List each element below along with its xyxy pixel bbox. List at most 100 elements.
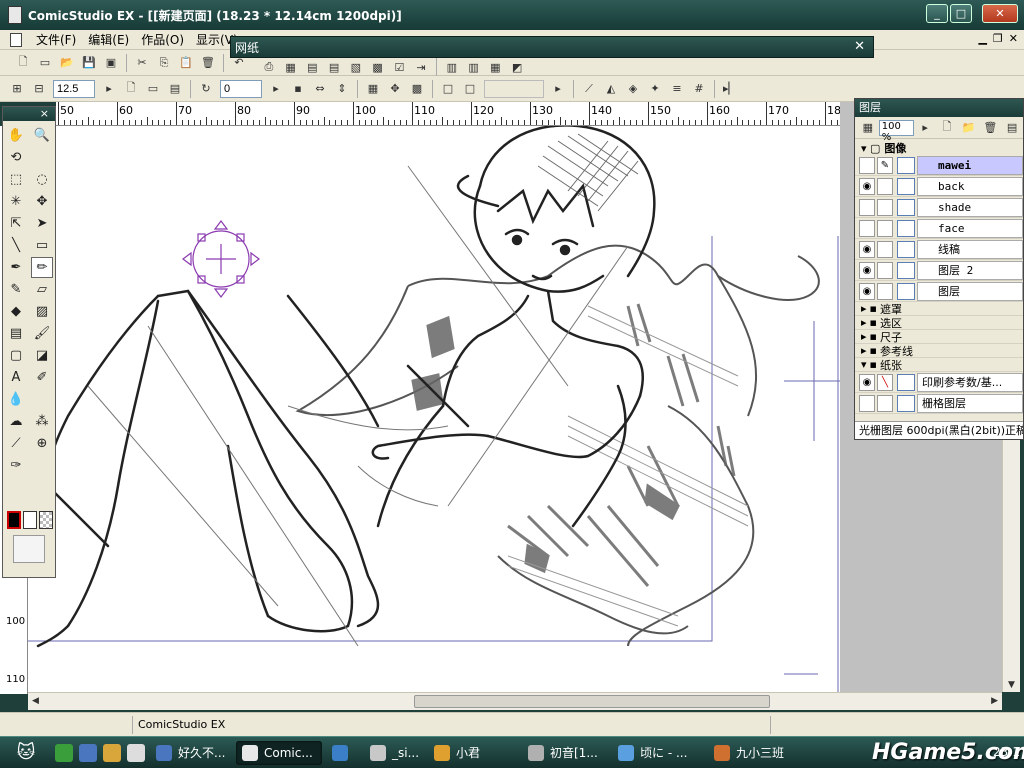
menu-work[interactable]: 作品(O) — [135, 31, 190, 48]
taskbar-task[interactable]: 小君 — [428, 741, 518, 765]
drawing-canvas[interactable] — [28, 126, 840, 692]
layer-zoom-arrow-icon[interactable]: ▸ — [916, 119, 934, 137]
copy-icon[interactable]: ⎘ — [155, 54, 173, 72]
arrow-tool-icon[interactable]: ➤ — [31, 213, 53, 234]
rotate-tool-icon[interactable]: ⟲ — [5, 147, 27, 168]
flip-h-icon[interactable]: ⇔ — [311, 80, 329, 98]
layer-name[interactable]: 线稿 — [917, 239, 1023, 259]
tone-page3-icon[interactable]: ▦ — [486, 58, 504, 76]
tone-panel-titlebar[interactable]: 网纸 ✕ — [230, 36, 874, 58]
layer-palette-icon[interactable]: ▦ — [859, 119, 877, 137]
collapse-arrow-icon[interactable]: ▸ — [861, 316, 867, 329]
zoom-out-icon[interactable]: ⊟ — [30, 80, 48, 98]
tone-check-icon[interactable]: ☑ — [391, 58, 409, 76]
mdi-minimize-icon[interactable]: ▁ — [978, 32, 986, 45]
grid-icon[interactable]: ▦ — [364, 80, 382, 98]
lock-slot-icon[interactable] — [877, 282, 893, 300]
hidden-eye-icon[interactable] — [859, 394, 875, 412]
title-bar[interactable]: ComicStudio EX - [[新建页面] (18.23 * 12.14c… — [0, 0, 1024, 30]
eye-icon[interactable]: ◉ — [859, 177, 875, 195]
brush-tool-icon[interactable]: 🖌 — [31, 323, 53, 344]
tone-tool-icon[interactable]: ▨ — [31, 301, 53, 322]
line-tool-icon2[interactable]: ╲ — [5, 235, 27, 256]
tone-panel-close-icon[interactable]: ✕ — [854, 39, 865, 54]
quicklaunch-folder-icon[interactable] — [103, 743, 121, 762]
hidden-eye-icon[interactable] — [859, 198, 875, 216]
perspective-icon[interactable]: ◈ — [624, 80, 642, 98]
layer-row[interactable]: ◉ 图层 — [855, 281, 1023, 302]
square2-icon[interactable]: □ — [461, 80, 479, 98]
zoom-lens-tool-icon[interactable]: ⊕ — [31, 433, 53, 454]
layer-property-icon[interactable]: ▤ — [1003, 119, 1021, 137]
layers-panel-header[interactable]: 图层 — [855, 99, 1023, 117]
delete-layer-icon[interactable]: 🗑 — [982, 119, 1000, 137]
edit-pen-icon[interactable]: ✎ — [877, 156, 893, 174]
collapse-arrow-icon[interactable]: ▸ — [861, 330, 867, 343]
tone-red-icon[interactable]: ▧ — [347, 58, 365, 76]
open-folder-icon[interactable]: 📂 — [58, 54, 76, 72]
horizontal-scroll-thumb[interactable] — [414, 695, 770, 708]
balloon-tool-icon[interactable]: ✐ — [31, 367, 53, 388]
new-file-icon[interactable]: 🗋 — [14, 54, 32, 72]
red-slash-icon[interactable]: ╲ — [877, 373, 893, 391]
maximize-button[interactable]: □ — [950, 4, 972, 23]
tools-panel-header[interactable]: × — [3, 107, 55, 121]
quicklaunch-file-icon[interactable] — [127, 743, 145, 762]
collapse-arrow-icon[interactable]: ▸ — [861, 302, 867, 315]
collapse-arrow-icon[interactable]: ▾ — [861, 358, 867, 371]
tools-close-icon[interactable]: × — [40, 107, 49, 120]
paste-icon[interactable]: 📋 — [177, 54, 195, 72]
lock-slot-icon[interactable] — [877, 394, 893, 412]
paper-layer-row[interactable]: 栅格图层 — [855, 393, 1023, 414]
parallel-icon[interactable]: ≡ — [668, 80, 686, 98]
ruler-tool-icon[interactable]: ⟋ — [5, 433, 27, 454]
layer-group-paper[interactable]: ▾ ▪ 纸张 — [855, 358, 1023, 372]
actual-size-icon[interactable]: ▤ — [166, 80, 184, 98]
tone-grid-icon[interactable]: ▦ — [282, 58, 300, 76]
new-layer-icon[interactable]: 🗋 — [938, 119, 956, 137]
eye-icon[interactable]: ◉ — [859, 282, 875, 300]
transparent-swatch[interactable] — [39, 511, 53, 529]
layer-row[interactable]: face — [855, 218, 1023, 239]
layer-name[interactable]: 图层 — [917, 281, 1023, 301]
taskbar-task[interactable] — [326, 741, 360, 765]
lock-slot-icon[interactable] — [877, 261, 893, 279]
layer-zoom-field[interactable]: 100 % — [878, 119, 915, 143]
gradient-tool-icon[interactable]: ▤ — [5, 323, 27, 344]
lasso-tool-icon[interactable]: ◌ — [31, 169, 53, 190]
fill-tool-icon[interactable]: ◆ — [5, 301, 27, 322]
mdi-close-icon[interactable]: ✕ — [1009, 32, 1018, 45]
lock-slot-icon[interactable] — [877, 240, 893, 258]
panel-cut-tool-icon[interactable]: ◪ — [31, 345, 53, 366]
flip-v-icon[interactable]: ⇕ — [333, 80, 351, 98]
taskbar-task[interactable]: 初音[1... — [522, 741, 608, 765]
eye-icon[interactable]: ◉ — [859, 240, 875, 258]
tone-list2-icon[interactable]: ▤ — [325, 58, 343, 76]
layer-name[interactable]: face — [917, 218, 1023, 238]
eye-icon[interactable]: ◉ — [859, 373, 875, 391]
scroll-right-icon[interactable]: ▶ — [991, 696, 998, 706]
layer-name[interactable]: shade — [917, 197, 1023, 217]
layer-name[interactable]: mawei — [917, 155, 1023, 175]
eraser-tool-icon[interactable]: ▱ — [31, 279, 53, 300]
panel-toggle-icon[interactable]: ▸▏ — [721, 80, 739, 98]
taskbar-task[interactable]: Comic... — [236, 740, 322, 765]
vanishing-icon[interactable]: ✦ — [646, 80, 664, 98]
tone-checker-icon[interactable]: ▩ — [369, 58, 387, 76]
new-folder-icon[interactable]: 📁 — [960, 119, 978, 137]
taskbar-task[interactable]: 好久不... — [150, 741, 232, 765]
rotate-dropdown-icon[interactable]: ▸ — [267, 80, 285, 98]
cut-icon[interactable]: ✂ — [133, 54, 151, 72]
layer-name[interactable]: back — [917, 176, 1023, 196]
snap-icon[interactable]: ✥ — [386, 80, 404, 98]
lock-slot-icon[interactable] — [877, 219, 893, 237]
rotate-field[interactable] — [220, 79, 262, 98]
quicklaunch-desktop-icon[interactable] — [79, 743, 97, 762]
tone-list-icon[interactable]: ▤ — [304, 58, 322, 76]
lock-slot-icon[interactable] — [877, 198, 893, 216]
layer-name[interactable]: 栅格图层 — [917, 393, 1023, 413]
frame-tool-icon[interactable]: ▢ — [5, 345, 27, 366]
collapse-arrow-icon[interactable]: ▸ — [861, 344, 867, 357]
save-icon[interactable]: 💾 — [80, 54, 98, 72]
tone-export-icon[interactable]: ⇥ — [412, 58, 430, 76]
